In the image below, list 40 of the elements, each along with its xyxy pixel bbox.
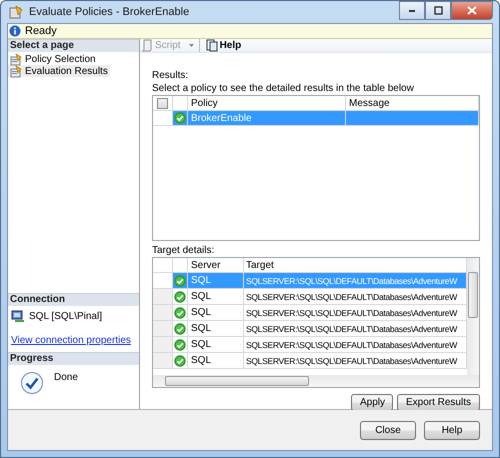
table-cell: SQL — [188, 273, 244, 289]
section-header: Connection — [8, 293, 139, 306]
table-cell: SQL — [188, 337, 244, 353]
target-details-label: Target details: — [152, 244, 216, 257]
export-results-button[interactable]: Export Results — [396, 394, 480, 411]
instruction-text: Select a policy to see the detailed results in the table below — [152, 82, 415, 95]
table-cell: SQL — [188, 289, 244, 305]
target-row[interactable]: SQL SQLSERVER:\SQL\SQL\DEFAULT\Databases\AdventureW — [153, 321, 467, 337]
target-row[interactable]: SQL SQLSERVER:\SQL\SQL\DEFAULT\Databases\AdventureW — [153, 353, 467, 369]
table-cell: SQLSERVER:\SQL\SQL\DEFAULT\Databases\AdventureW — [244, 273, 467, 289]
table-cell: SQL — [188, 321, 244, 337]
target-row[interactable]: SQL SQLSERVER:\SQL\SQL\DEFAULT\Databases\AdventureW — [153, 337, 467, 353]
apply-button[interactable]: Apply — [350, 394, 393, 411]
table-cell: SQLSERVER:\SQL\SQL\DEFAULT\Databases\AdventureW — [244, 337, 467, 353]
target-row[interactable]: SQL SQLSERVER:\SQL\SQL\DEFAULT\Databases\AdventureW — [153, 305, 467, 321]
progress-status: Done — [54, 371, 78, 383]
page-item[interactable]: Evaluation Results — [8, 65, 110, 77]
page-item[interactable]: Policy Selection — [8, 53, 98, 65]
table-cell: SQLSERVER:\SQL\SQL\DEFAULT\Databases\AdventureW — [244, 289, 467, 305]
window-title: Evaluate Policies - BrokerEnable — [29, 6, 190, 18]
table-cell: SQLSERVER:\SQL\SQL\DEFAULT\Databases\AdventureW — [244, 305, 467, 321]
table-cell: SQLSERVER:\SQL\SQL\DEFAULT\Databases\AdventureW — [244, 353, 467, 369]
column-header: Message — [346, 96, 479, 111]
table-cell: SQLSERVER:\SQL\SQL\DEFAULT\Databases\AdventureW — [244, 321, 467, 337]
help-button[interactable]: Help — [424, 420, 480, 440]
section-header: Progress — [8, 352, 139, 365]
results-label: Results: — [152, 69, 190, 82]
table-cell: SQL — [188, 353, 244, 369]
connection-properties-link[interactable]: View connection properties — [8, 335, 131, 352]
status-text: Ready — [25, 25, 57, 37]
column-header: Policy — [188, 96, 346, 111]
connection-name: SQL [SQL\Pinal] — [29, 311, 102, 322]
column-header: Server — [188, 258, 244, 273]
column-header: Target — [244, 258, 467, 273]
table-cell: BrokerEnable — [188, 111, 346, 126]
close-button[interactable]: Close — [360, 420, 416, 440]
target-row[interactable]: SQL SQLSERVER:\SQL\SQL\DEFAULT\Databases\AdventureW — [153, 289, 467, 305]
help-button[interactable]: Help — [206, 39, 242, 52]
section-header: Select a page — [8, 39, 139, 52]
table-cell: SQL — [188, 305, 244, 321]
